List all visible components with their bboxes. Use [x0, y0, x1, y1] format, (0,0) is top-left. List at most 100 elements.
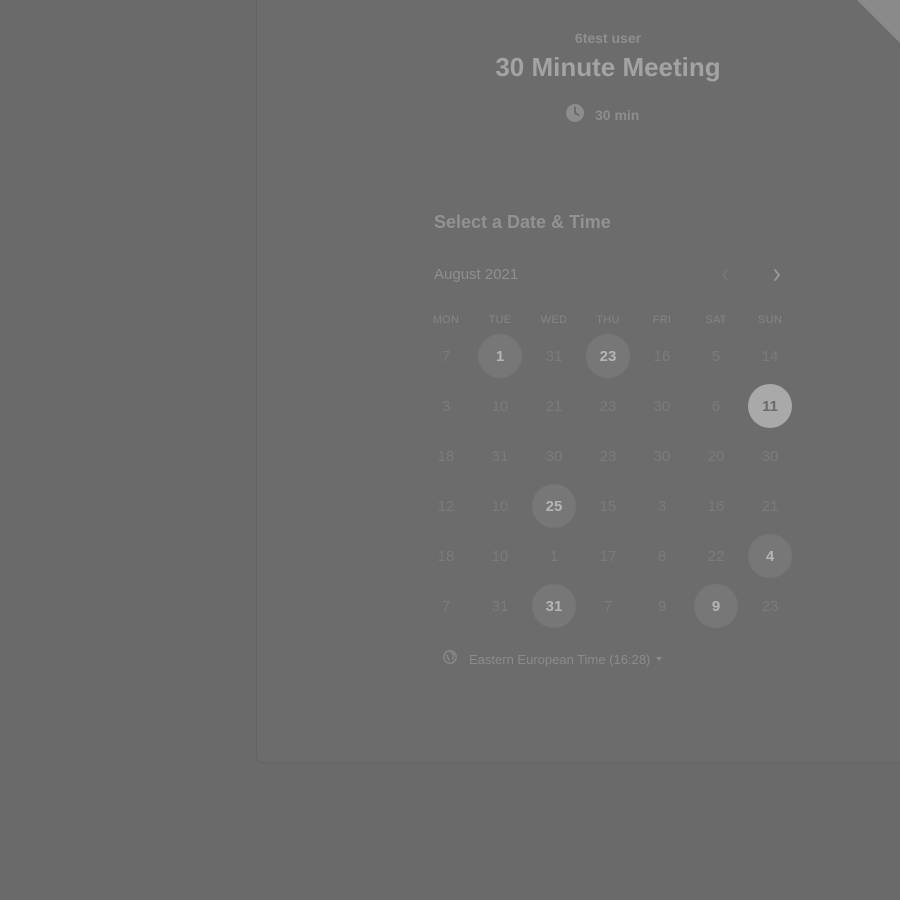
day-cell: 30: [635, 381, 689, 431]
weekday-label: THU: [596, 314, 620, 326]
globe-icon: [443, 649, 457, 669]
day-number: 3: [441, 397, 451, 415]
day-number: 6: [711, 397, 721, 415]
day-number: 31: [491, 597, 509, 615]
caret-down-icon: [656, 657, 663, 661]
month-navigation: August 2021: [434, 264, 794, 286]
day-cell: 21: [527, 381, 581, 431]
day-number: 16: [653, 347, 671, 365]
weekday-label: MON: [432, 314, 460, 326]
month-label: August 2021: [434, 266, 519, 283]
day-number: 8: [657, 547, 667, 565]
day-cell: 16: [635, 331, 689, 381]
available-day-button[interactable]: 25: [532, 484, 576, 528]
scheduling-card: 6test user 30 Minute Meeting 30 min Sele…: [256, 0, 900, 763]
day-cell: 17: [581, 531, 635, 581]
day-number: 18: [437, 447, 455, 465]
day-cell: 30: [527, 431, 581, 481]
day-cell: 11: [743, 381, 797, 431]
day-cell: 23: [743, 581, 797, 631]
day-cell: 6: [689, 381, 743, 431]
day-cell: 31: [473, 581, 527, 631]
calendar-grid: 7 1 31 23 16 5 14 3 10 21 23 30 6 11 18 31 30 23 30 20 30 12 1…: [419, 331, 797, 631]
day-cell: 10: [473, 481, 527, 531]
day-cell: 18: [419, 531, 473, 581]
day-cell: 18: [419, 431, 473, 481]
timezone-label: Eastern European Time (16:28): [469, 651, 651, 667]
day-number: 16: [707, 497, 725, 515]
weekday-header: MON TUE WED THU FRI SAT SUN: [419, 314, 797, 328]
day-number: 31: [545, 347, 563, 365]
day-number: 31: [491, 447, 509, 465]
day-cell: 7: [581, 581, 635, 631]
duration-label: 30 min: [595, 107, 640, 123]
chevron-right-icon: [774, 269, 781, 281]
day-cell: 10: [473, 531, 527, 581]
day-cell: 31: [527, 581, 581, 631]
day-cell: 25: [527, 481, 581, 531]
day-number: 7: [603, 597, 613, 615]
picker-heading: Select a Date & Time: [434, 212, 611, 232]
weekday-label: FRI: [652, 314, 672, 326]
chevron-left-icon: [721, 269, 728, 281]
weekday-label: WED: [540, 314, 568, 326]
day-cell: 9: [635, 581, 689, 631]
day-number: 10: [491, 397, 509, 415]
day-number: 1: [549, 547, 559, 565]
day-number: 7: [441, 347, 451, 365]
day-number: 21: [545, 397, 563, 415]
day-cell: 4: [743, 531, 797, 581]
day-cell: 30: [743, 431, 797, 481]
day-number: 30: [545, 447, 563, 465]
day-cell: 30: [635, 431, 689, 481]
day-cell: 14: [743, 331, 797, 381]
day-number: 5: [711, 347, 721, 365]
timezone-selector[interactable]: Eastern European Time (16:28): [443, 649, 663, 669]
weekday-label: TUE: [488, 314, 512, 326]
day-cell: 15: [581, 481, 635, 531]
day-number: 30: [761, 447, 779, 465]
day-cell: 1: [527, 531, 581, 581]
next-month-button[interactable]: [766, 264, 788, 286]
available-day-button[interactable]: 9: [694, 584, 738, 628]
available-day-button[interactable]: 31: [532, 584, 576, 628]
day-number: 23: [761, 597, 779, 615]
event-title: 30 Minute Meeting: [495, 52, 721, 82]
day-cell: 22: [689, 531, 743, 581]
day-cell: 10: [473, 381, 527, 431]
day-number: 14: [761, 347, 779, 365]
day-cell: 31: [527, 331, 581, 381]
day-number: 10: [491, 497, 509, 515]
day-cell: 23: [581, 331, 635, 381]
day-number: 17: [599, 547, 617, 565]
available-day-button[interactable]: 4: [748, 534, 792, 578]
day-cell: 7: [419, 331, 473, 381]
day-cell: 12: [419, 481, 473, 531]
available-day-button[interactable]: 1: [478, 334, 522, 378]
day-cell: 3: [635, 481, 689, 531]
day-number: 30: [653, 397, 671, 415]
day-cell: 5: [689, 331, 743, 381]
day-cell: 1: [473, 331, 527, 381]
selected-day-button[interactable]: 11: [748, 384, 792, 428]
day-number: 7: [441, 597, 451, 615]
day-cell: 16: [689, 481, 743, 531]
day-cell: 20: [689, 431, 743, 481]
previous-month-button[interactable]: [714, 264, 736, 286]
day-number: 12: [437, 497, 455, 515]
day-cell: 3: [419, 381, 473, 431]
available-day-button[interactable]: 23: [586, 334, 630, 378]
day-number: 20: [707, 447, 725, 465]
day-number: 10: [491, 547, 509, 565]
day-cell: 21: [743, 481, 797, 531]
day-cell: 31: [473, 431, 527, 481]
day-number: 9: [657, 597, 667, 615]
host-name: 6test user: [574, 30, 642, 46]
weekday-label: SUN: [757, 314, 783, 326]
event-duration: 30 min: [565, 103, 639, 127]
day-number: 30: [653, 447, 671, 465]
day-number: 15: [599, 497, 617, 515]
page-backdrop: 6test user 30 Minute Meeting 30 min Sele…: [0, 0, 900, 900]
day-number: 23: [599, 397, 617, 415]
day-number: 18: [437, 547, 455, 565]
